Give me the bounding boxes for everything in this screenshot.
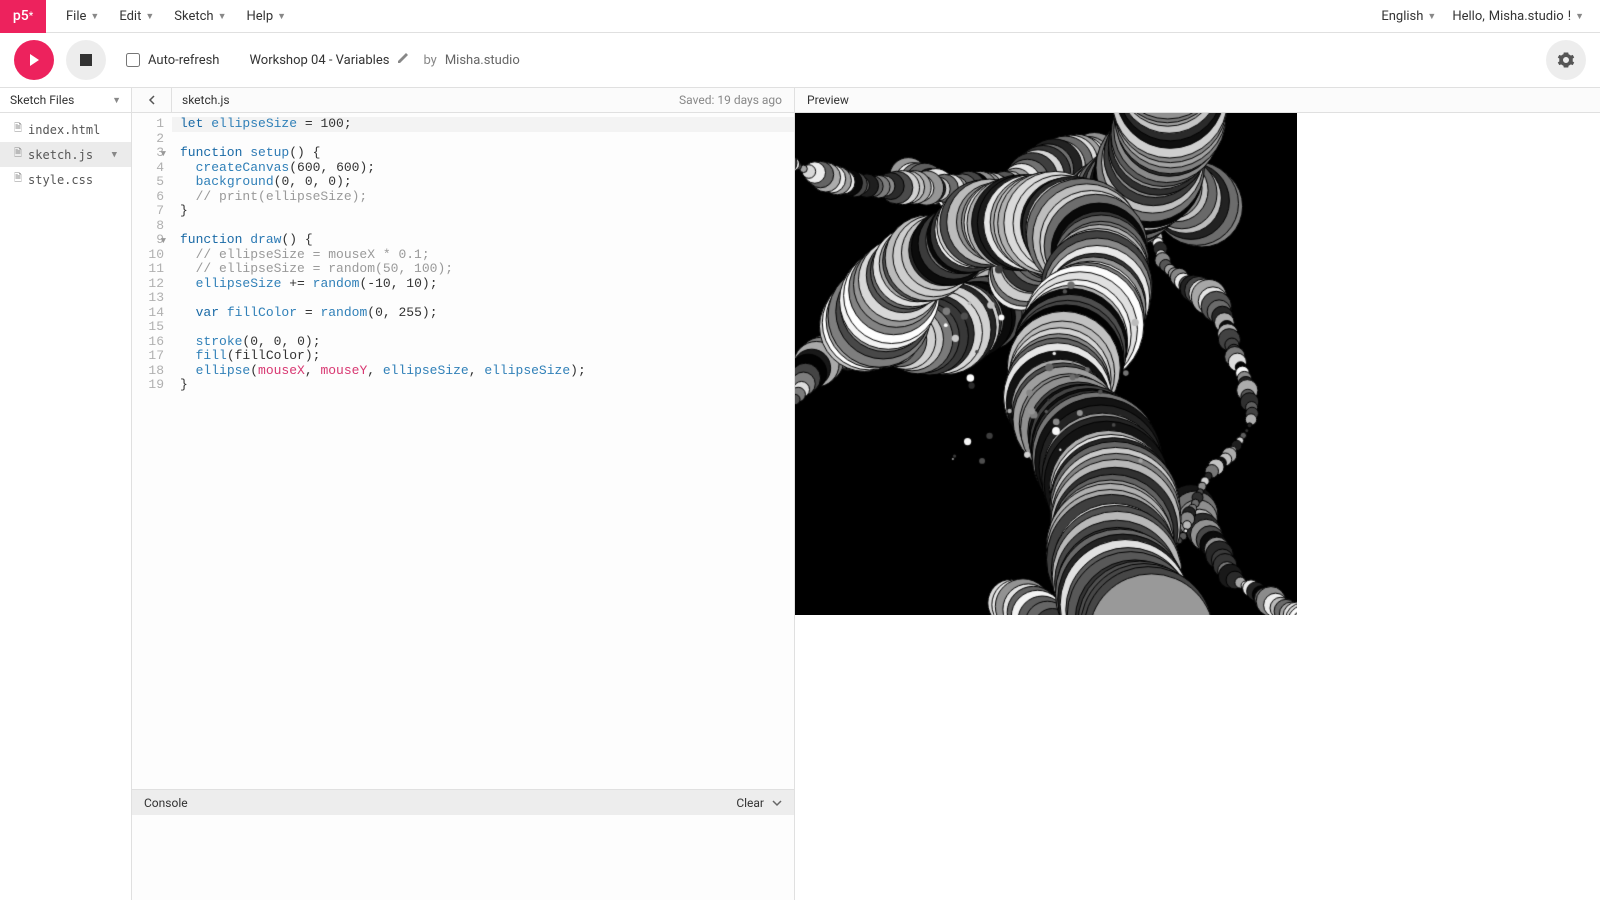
play-button[interactable] [14,40,54,80]
sketch-title: Workshop 04 - Variables [249,53,389,68]
chevron-down-icon: ▼ [218,11,227,22]
stop-button[interactable] [66,40,106,80]
file-sidebar: Sketch Files ▼ 🗎index.html🗎sketch.js▼🗎st… [0,88,132,900]
file-item[interactable]: 🗎index.html [0,117,131,142]
preview-area [795,113,1600,900]
file-icon: 🗎 [14,146,22,163]
chevron-down-icon: ▼ [1427,11,1436,22]
sidebar-header[interactable]: Sketch Files ▼ [0,88,131,113]
preview-header: Preview [795,88,1600,113]
gutter: 123▼456789▼10111213141516171819 [132,113,172,789]
menu-edit[interactable]: Edit▼ [109,1,164,32]
gear-icon [1557,51,1575,69]
chevron-down-icon: ▼ [112,150,117,160]
menu-file[interactable]: File▼ [56,1,109,32]
logo-p5[interactable]: p5* [0,0,46,33]
toolbar: Auto-refresh Workshop 04 - Variables by … [0,33,1600,88]
menubar: File▼Edit▼Sketch▼Help▼ [56,1,296,32]
collapse-sidebar-button[interactable] [132,88,172,113]
editor-column: sketch.js Saved: 19 days ago 123▼456789▼… [132,88,795,900]
edit-title-button[interactable] [397,52,409,68]
preview-column: Preview [795,88,1600,900]
file-list: 🗎index.html🗎sketch.js▼🗎style.css [0,113,131,196]
chevron-down-icon: ▼ [277,11,286,22]
code-content[interactable]: let ellipseSize = 100; function setup() … [172,113,794,789]
sketch-canvas[interactable] [795,113,1297,615]
chevron-down-icon: ▼ [1575,11,1584,22]
user-menu[interactable]: Hello, Misha.studio!▼ [1452,9,1584,24]
auto-refresh-checkbox[interactable] [126,53,140,67]
console-clear-button[interactable]: Clear [736,796,782,810]
console-header: Console Clear [132,790,794,815]
chevron-left-icon [147,95,157,105]
author-link[interactable]: Misha.studio [445,53,520,68]
play-icon [26,52,42,68]
file-item[interactable]: 🗎sketch.js▼ [0,142,131,167]
file-item[interactable]: 🗎style.css [0,167,131,192]
chevron-down-icon [772,798,782,808]
chevron-down-icon: ▼ [90,11,99,22]
saved-status: Saved: 19 days ago [679,93,782,107]
editor-header: sketch.js Saved: 19 days ago [132,88,794,113]
by-label: by [423,53,436,68]
file-icon: 🗎 [14,171,22,188]
chevron-down-icon: ▼ [112,95,121,106]
console-panel: Console Clear [132,789,794,900]
console-output [132,815,794,900]
stop-icon [80,54,92,66]
code-editor[interactable]: 123▼456789▼10111213141516171819 let elli… [132,113,794,789]
open-file-name: sketch.js [182,93,230,107]
auto-refresh-toggle[interactable]: Auto-refresh [126,53,219,68]
chevron-down-icon: ▼ [145,11,154,22]
topbar: p5* File▼Edit▼Sketch▼Help▼ English▼ Hell… [0,0,1600,33]
auto-refresh-label: Auto-refresh [148,53,219,68]
pencil-icon [397,52,409,64]
menu-sketch[interactable]: Sketch▼ [164,1,236,32]
file-icon: 🗎 [14,121,22,138]
menu-help[interactable]: Help▼ [236,1,296,32]
language-dropdown[interactable]: English▼ [1381,9,1436,24]
settings-button[interactable] [1546,40,1586,80]
